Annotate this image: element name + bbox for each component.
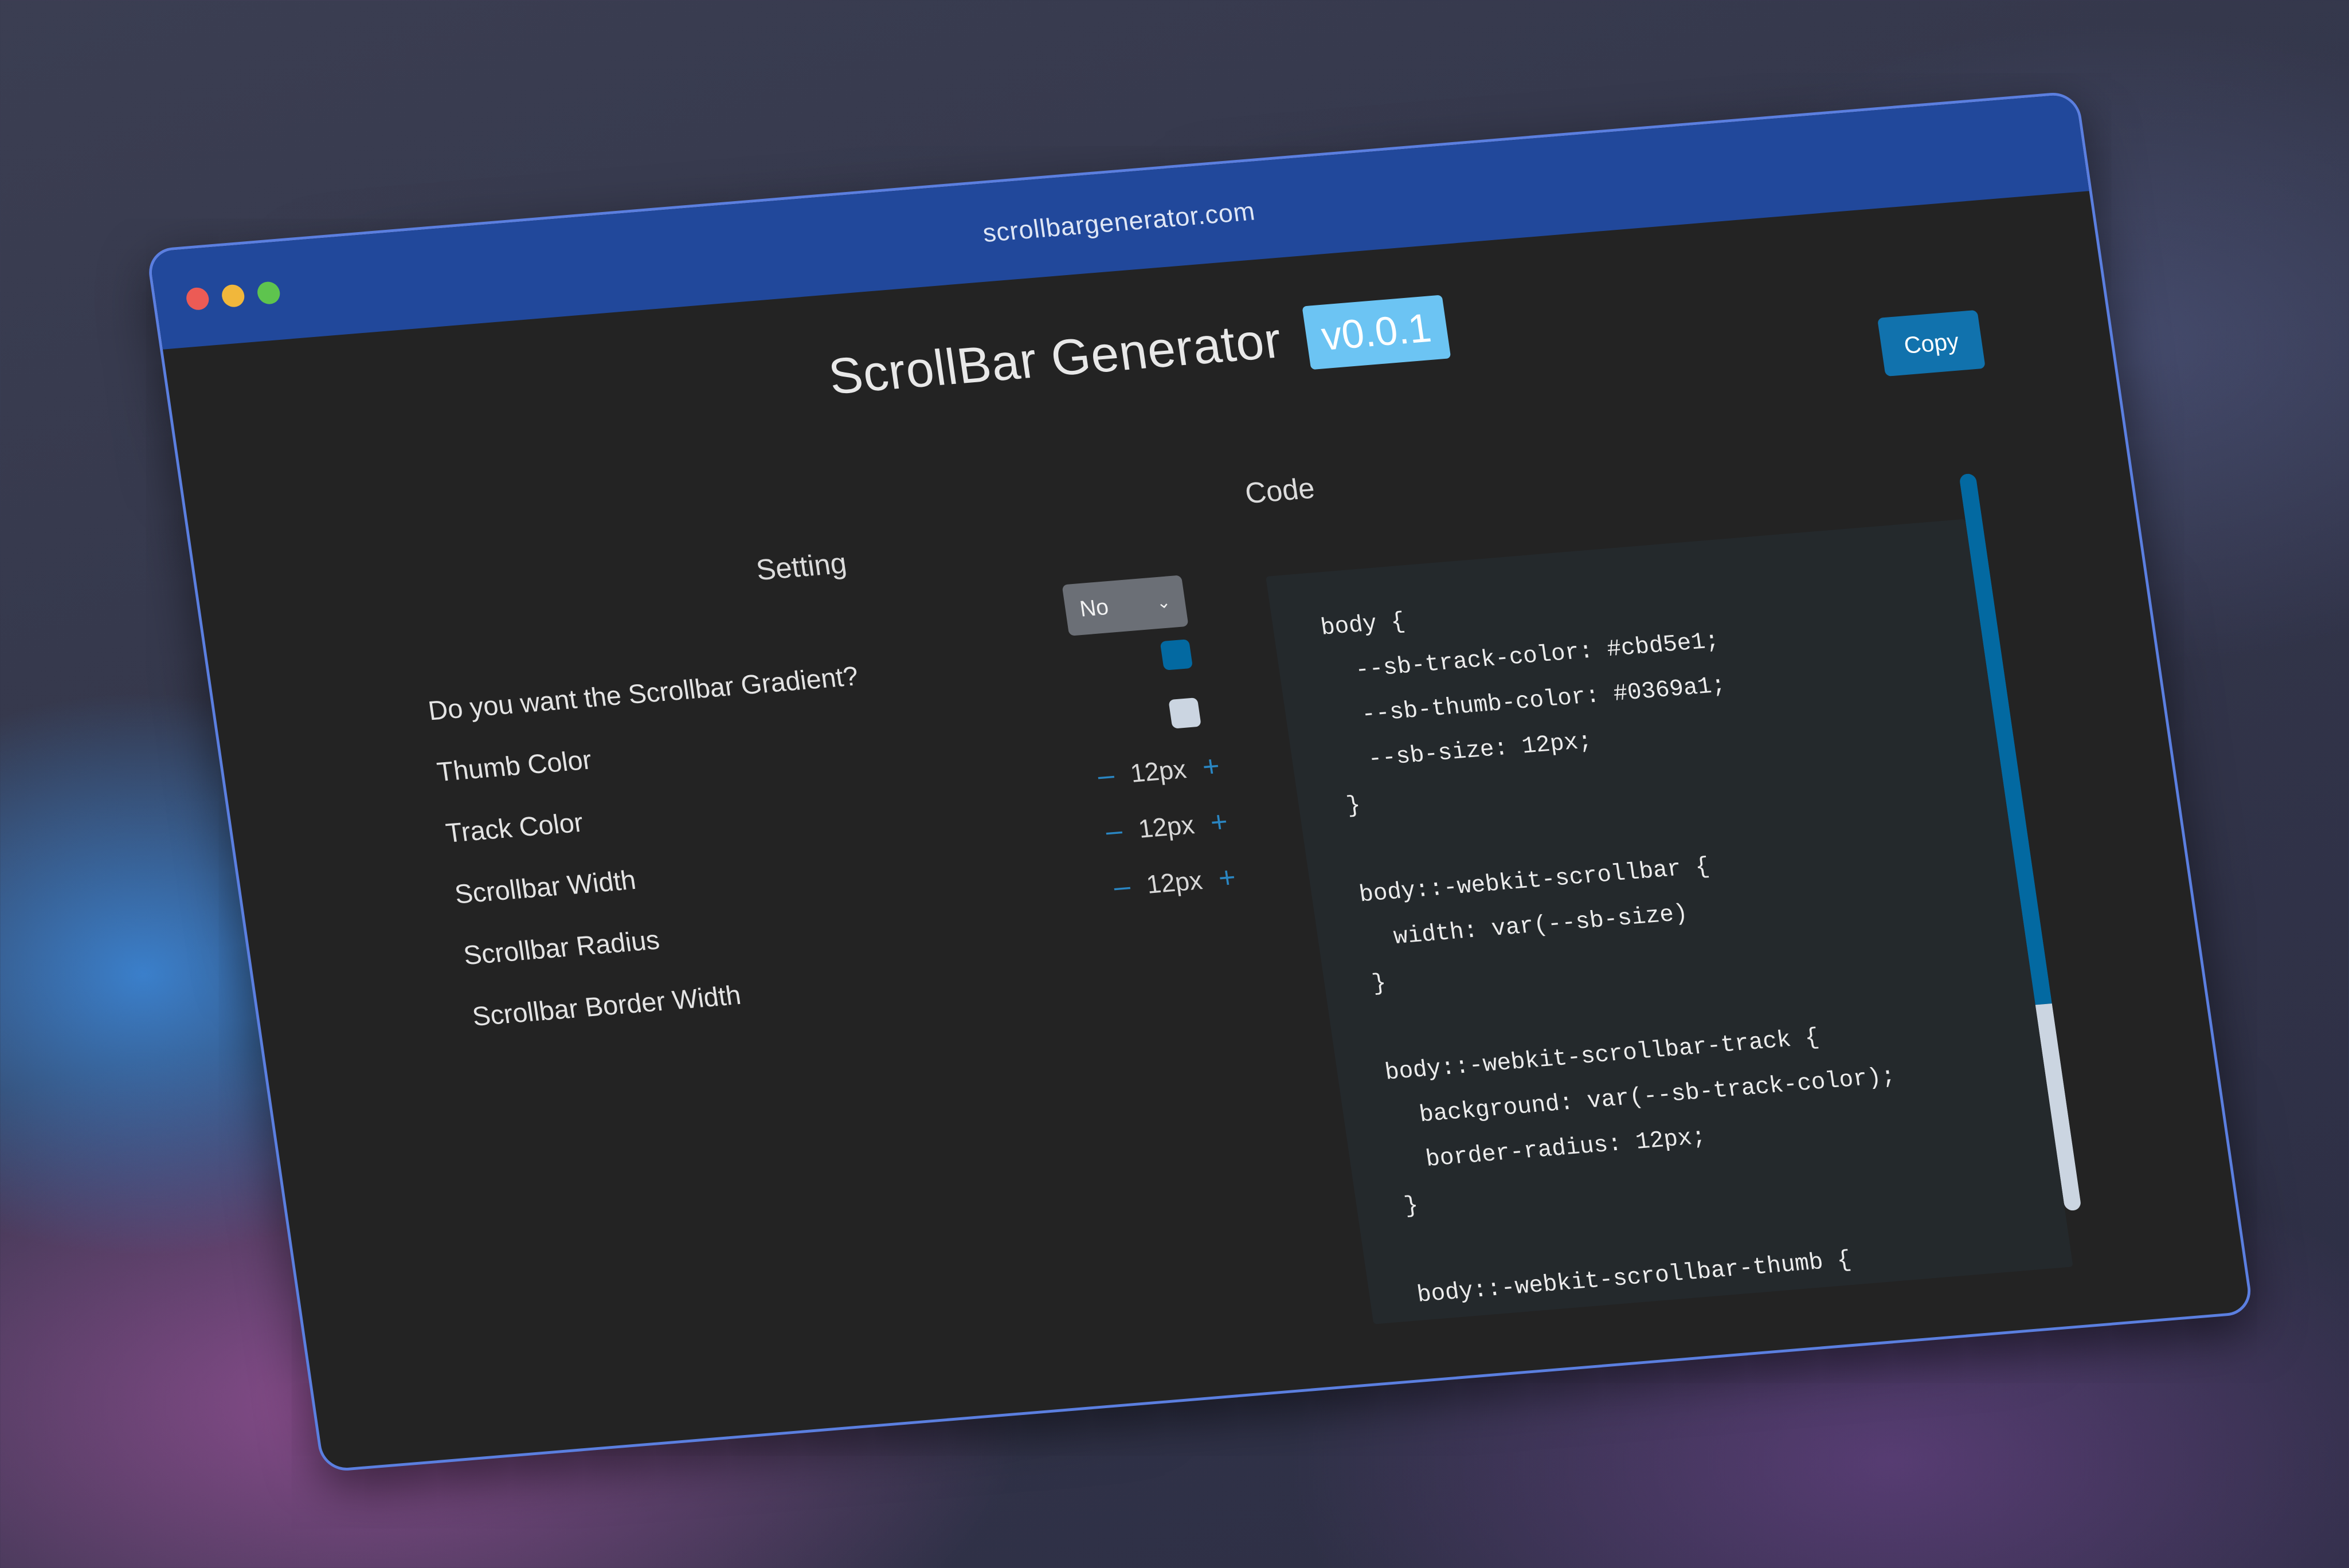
gradient-select-value: No	[1078, 594, 1110, 621]
radius-value: 12px	[1136, 810, 1196, 844]
scrollbar-border-width-stepper: – 12px +	[1111, 860, 1238, 904]
width-decrement-button[interactable]: –	[1095, 758, 1116, 793]
chevron-down-icon: ⌄	[1155, 593, 1172, 613]
border-width-decrement-button[interactable]: –	[1111, 869, 1132, 904]
maximize-window-button[interactable]	[256, 281, 281, 305]
border-width-increment-button[interactable]: +	[1216, 860, 1238, 895]
radius-decrement-button[interactable]: –	[1103, 814, 1124, 849]
width-increment-button[interactable]: +	[1200, 749, 1222, 784]
close-window-button[interactable]	[185, 287, 210, 311]
code-block: body { --sb-track-color: #cbd5e1; --sb-t…	[1319, 607, 1929, 1324]
version-badge: v0.0.1	[1301, 295, 1451, 370]
setting-heading: Setting	[754, 547, 849, 587]
radius-increment-button[interactable]: +	[1208, 805, 1230, 840]
window-controls	[185, 281, 281, 311]
copy-button[interactable]: Copy	[1877, 309, 1986, 377]
width-value: 12px	[1128, 754, 1188, 788]
desktop-stage: scrollbargenerator.com ScrollBar Generat…	[0, 0, 2349, 1521]
thumb-color-picker[interactable]	[1160, 639, 1193, 671]
address-bar-url[interactable]: scrollbargenerator.com	[981, 195, 1257, 248]
minimize-window-button[interactable]	[220, 284, 246, 308]
track-color-picker[interactable]	[1168, 697, 1201, 729]
code-panel[interactable]: body { --sb-track-color: #cbd5e1; --sb-t…	[1266, 519, 2073, 1324]
app-title: ScrollBar Generator	[825, 312, 1286, 405]
scrollbar-width-stepper: – 12px +	[1095, 749, 1222, 793]
border-width-value: 12px	[1144, 865, 1204, 899]
scrollbar-radius-stepper: – 12px +	[1103, 805, 1230, 848]
gradient-select[interactable]: No ⌄	[1062, 575, 1189, 636]
code-heading: Code	[1243, 472, 1317, 510]
settings-labels: Do you want the Scrollbar Gradient? Thum…	[426, 661, 909, 1063]
browser-window: scrollbargenerator.com ScrollBar Generat…	[145, 91, 2254, 1473]
